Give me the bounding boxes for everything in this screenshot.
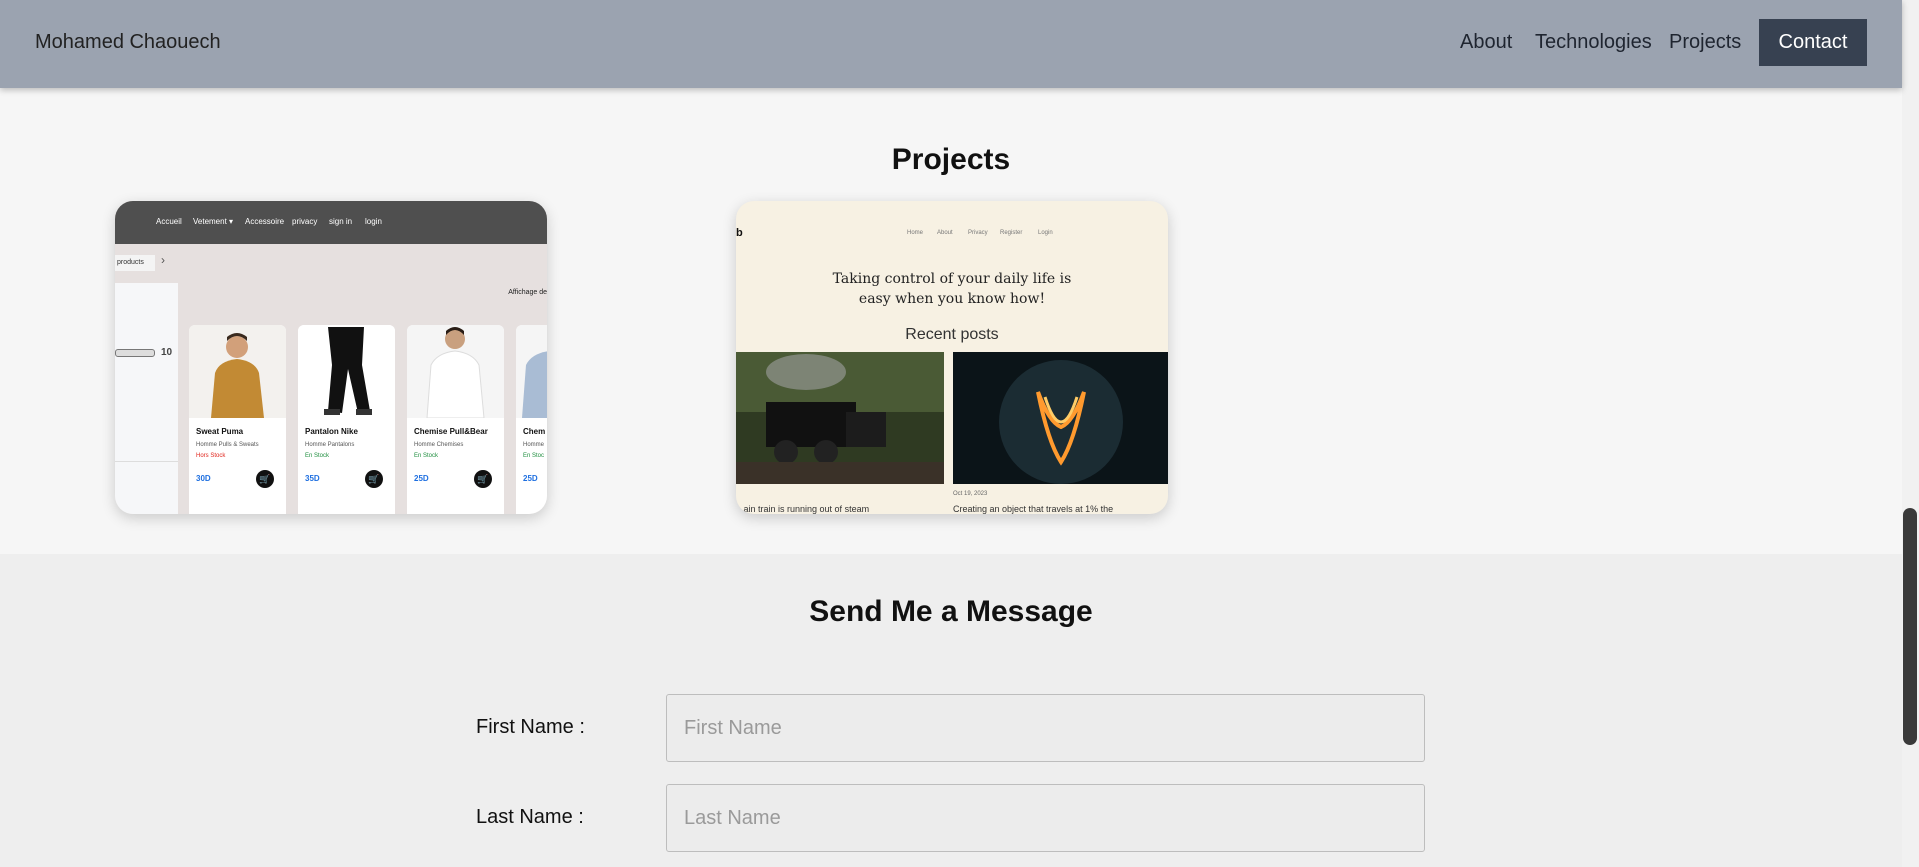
- product-name: Chemise Pull&Bear: [414, 427, 488, 436]
- post-date: Oct 19, 2023: [953, 491, 988, 497]
- product-price: 25D: [523, 474, 538, 483]
- shop-nav-item: Accueil: [156, 217, 182, 226]
- product-name: Chem: [523, 427, 546, 436]
- first-name-field[interactable]: [666, 694, 1425, 762]
- blog-nav-item: Login: [1038, 230, 1053, 236]
- brand-name[interactable]: Mohamed Chaouech: [35, 31, 221, 54]
- shop-display-text: Affichage de: [508, 289, 547, 296]
- blog-nav-item: About: [937, 230, 953, 236]
- shop-nav-item: Vetement ▾: [193, 217, 234, 226]
- shop-navbar: Accueil Vetement ▾ Accessoire privacy si…: [115, 201, 547, 244]
- first-name-label: First Name :: [476, 716, 585, 738]
- product-card: Chem Homme En Stoc 25D: [516, 325, 547, 514]
- nav-about[interactable]: About: [1460, 31, 1512, 54]
- pants-photo-icon: [298, 325, 395, 418]
- product-stock: En Stock: [305, 453, 330, 459]
- product-card: Pantalon Nike Homme Pantalons En Stock 3…: [298, 325, 395, 514]
- product-price: 35D: [305, 474, 320, 483]
- blog-nav-item: Privacy: [968, 230, 988, 236]
- chevron-right-icon: ›: [161, 253, 165, 267]
- shop-nav-item: login: [365, 217, 382, 226]
- product-stock: Hors Stock: [196, 453, 226, 459]
- product-name: Pantalon Nike: [305, 427, 358, 436]
- message-section: Send Me a Message First Name : Last Name…: [0, 554, 1902, 867]
- cart-icon: 🛒: [365, 470, 383, 488]
- product-stock: En Stock: [414, 453, 439, 459]
- shirt-photo-icon: [516, 325, 547, 418]
- product-card: Chemise Pull&Bear Homme Chemises En Stoc…: [407, 325, 504, 514]
- projects-title: Projects: [891, 143, 1011, 176]
- blog-tagline: Taking control of your daily life is eas…: [736, 269, 1168, 309]
- site-header: Mohamed Chaouech About Technologies Proj…: [0, 0, 1902, 88]
- shop-breadcrumb: products: [115, 255, 155, 271]
- cart-icon: 🛒: [256, 470, 274, 488]
- product-price: 30D: [196, 474, 211, 483]
- post-title: ...ain train is running out of steam: [736, 504, 870, 514]
- last-name-field[interactable]: [666, 784, 1425, 852]
- shop-nav-item: privacy: [292, 217, 318, 226]
- product-category: Homme Pulls & Sweats: [196, 442, 259, 448]
- shop-nav-item: Accessoire: [245, 217, 285, 226]
- product-name: Sweat Puma: [196, 427, 244, 436]
- product-category: Homme Chemises: [414, 442, 464, 448]
- last-name-label: Last Name :: [476, 806, 584, 828]
- post-title: Creating an object that travels at 1% th…: [953, 504, 1114, 514]
- nav-technologies[interactable]: Technologies: [1535, 31, 1652, 54]
- sweater-photo-icon: [189, 325, 286, 418]
- divider: [115, 461, 178, 462]
- shirt-photo-icon: [407, 325, 504, 418]
- project-card-blog[interactable]: b Home About Privacy Register Login Taki…: [736, 201, 1168, 514]
- price-filter-value: 10: [161, 347, 173, 358]
- product-category: Homme: [523, 442, 545, 448]
- cart-icon: 🛒: [474, 470, 492, 488]
- blog-tagline-line: Taking control of your daily life is: [832, 271, 1072, 287]
- recent-posts-heading: Recent posts: [905, 326, 999, 343]
- light-bulb-photo-icon: [953, 352, 1168, 484]
- contact-button[interactable]: Contact: [1759, 19, 1867, 66]
- product-stock: En Stoc: [523, 453, 545, 459]
- steam-train-photo-icon: [736, 352, 944, 484]
- product-category: Homme Pantalons: [305, 442, 355, 448]
- shop-nav-item: sign in: [329, 217, 353, 226]
- product-price: 25D: [414, 474, 429, 483]
- price-slider-icon: [115, 349, 155, 357]
- product-card: Sweat Puma Homme Pulls & Sweats Hors Sto…: [189, 325, 286, 514]
- scrollbar-thumb[interactable]: [1903, 508, 1917, 745]
- shop-filter-sidebar: [115, 283, 178, 514]
- message-title: Send Me a Message: [809, 595, 1093, 628]
- nav-projects[interactable]: Projects: [1669, 31, 1741, 54]
- blog-nav-item: Home: [907, 230, 924, 236]
- project-card-shop[interactable]: Accueil Vetement ▾ Accessoire privacy si…: [115, 201, 547, 514]
- blog-logo: b: [736, 227, 743, 239]
- blog-nav-item: Register: [1000, 230, 1023, 236]
- blog-tagline-line: easy when you know how!: [858, 291, 1046, 307]
